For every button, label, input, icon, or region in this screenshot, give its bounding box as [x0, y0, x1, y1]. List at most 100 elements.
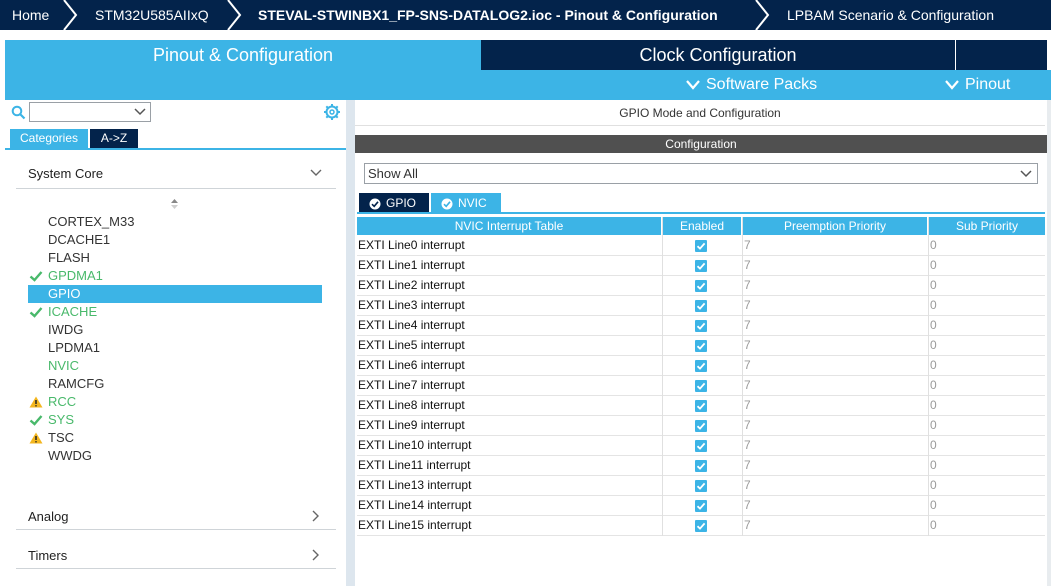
preemption-priority-value[interactable]: 7	[744, 516, 751, 535]
panel-splitter[interactable]	[346, 100, 355, 586]
tree-item-nvic[interactable]: NVIC	[28, 357, 322, 375]
enabled-checkbox[interactable]	[695, 480, 707, 492]
preemption-priority-value[interactable]: 7	[744, 436, 751, 455]
tree-item-flash[interactable]: FLASH	[28, 249, 322, 267]
tab-categories[interactable]: Categories	[10, 129, 88, 148]
chevron-right-icon[interactable]	[312, 510, 320, 522]
sub-priority-value[interactable]: 0	[930, 436, 937, 455]
preemption-priority-value[interactable]: 7	[744, 256, 751, 275]
breadcrumb-home[interactable]: Home	[12, 0, 49, 30]
section-analog[interactable]: Analog	[16, 509, 336, 524]
enabled-checkbox[interactable]	[695, 300, 707, 312]
tree-item-rcc[interactable]: RCC	[28, 393, 322, 411]
enabled-checkbox[interactable]	[695, 260, 707, 272]
gear-icon[interactable]	[323, 103, 341, 121]
col-header-interrupt[interactable]: NVIC Interrupt Table	[357, 217, 661, 235]
filter-select[interactable]: Show All	[364, 163, 1038, 184]
sub-priority-value[interactable]: 0	[930, 236, 937, 255]
enabled-checkbox[interactable]	[695, 240, 707, 252]
sub-priority-value[interactable]: 0	[930, 416, 937, 435]
search-icon[interactable]	[11, 105, 26, 120]
tree-item-tsc[interactable]: TSC	[28, 429, 322, 447]
preemption-priority-value[interactable]: 7	[744, 376, 751, 395]
sub-priority-value[interactable]: 0	[930, 356, 937, 375]
table-row[interactable]: EXTI Line9 interrupt 7 0	[357, 416, 1045, 436]
col-header-enabled[interactable]: Enabled	[663, 217, 741, 235]
table-row[interactable]: EXTI Line4 interrupt 7 0	[357, 316, 1045, 336]
preemption-priority-value[interactable]: 7	[744, 416, 751, 435]
breadcrumb-project[interactable]: STEVAL-STWINBX1_FP-SNS-DATALOG2.ioc - Pi…	[258, 0, 718, 30]
table-row[interactable]: EXTI Line14 interrupt 7 0	[357, 496, 1045, 516]
breadcrumb-lpbam[interactable]: LPBAM Scenario & Configuration	[787, 0, 994, 30]
preemption-priority-value[interactable]: 7	[744, 236, 751, 255]
sub-priority-value[interactable]: 0	[930, 456, 937, 475]
preemption-priority-value[interactable]: 7	[744, 496, 751, 515]
tree-item-gpio[interactable]: GPIO	[28, 285, 322, 303]
sub-priority-value[interactable]: 0	[930, 476, 937, 495]
preemption-priority-value[interactable]: 7	[744, 396, 751, 415]
preemption-priority-value[interactable]: 7	[744, 316, 751, 335]
sub-priority-value[interactable]: 0	[930, 336, 937, 355]
table-row[interactable]: EXTI Line11 interrupt 7 0	[357, 456, 1045, 476]
sub-priority-value[interactable]: 0	[930, 256, 937, 275]
preemption-priority-value[interactable]: 7	[744, 336, 751, 355]
sub-priority-value[interactable]: 0	[930, 496, 937, 515]
tree-item-sys[interactable]: SYS	[28, 411, 322, 429]
table-row[interactable]: EXTI Line5 interrupt 7 0	[357, 336, 1045, 356]
enabled-checkbox[interactable]	[695, 500, 707, 512]
subtab-gpio[interactable]: GPIO	[359, 193, 429, 213]
chevron-down-icon[interactable]	[310, 169, 322, 177]
enabled-checkbox[interactable]	[695, 440, 707, 452]
table-row[interactable]: EXTI Line3 interrupt 7 0	[357, 296, 1045, 316]
table-row[interactable]: EXTI Line2 interrupt 7 0	[357, 276, 1045, 296]
col-header-sub-priority[interactable]: Sub Priority	[929, 217, 1045, 235]
tree-item-wwdg[interactable]: WWDG	[28, 447, 322, 465]
preemption-priority-value[interactable]: 7	[744, 476, 751, 495]
sub-priority-value[interactable]: 0	[930, 516, 937, 535]
table-row[interactable]: EXTI Line10 interrupt 7 0	[357, 436, 1045, 456]
enabled-checkbox[interactable]	[695, 520, 707, 532]
table-row[interactable]: EXTI Line1 interrupt 7 0	[357, 256, 1045, 276]
enabled-checkbox[interactable]	[695, 280, 707, 292]
tree-item-lpdma1[interactable]: LPDMA1	[28, 339, 322, 357]
sub-priority-value[interactable]: 0	[930, 276, 937, 295]
sub-priority-value[interactable]: 0	[930, 396, 937, 415]
enabled-checkbox[interactable]	[695, 380, 707, 392]
tree-item-ramcfg[interactable]: RAMCFG	[28, 375, 322, 393]
table-row[interactable]: EXTI Line6 interrupt 7 0	[357, 356, 1045, 376]
preemption-priority-value[interactable]: 7	[744, 356, 751, 375]
tree-item-iwdg[interactable]: IWDG	[28, 321, 322, 339]
table-row[interactable]: EXTI Line13 interrupt 7 0	[357, 476, 1045, 496]
enabled-checkbox[interactable]	[695, 340, 707, 352]
chevron-right-icon[interactable]	[312, 549, 320, 561]
chevron-down-icon[interactable]	[134, 108, 146, 116]
sort-icon[interactable]	[170, 198, 179, 210]
tree-item-dcache1[interactable]: DCACHE1	[28, 231, 322, 249]
sub-priority-value[interactable]: 0	[930, 296, 937, 315]
subtab-nvic[interactable]: NVIC	[431, 193, 501, 213]
table-row[interactable]: EXTI Line7 interrupt 7 0	[357, 376, 1045, 396]
enabled-checkbox[interactable]	[695, 460, 707, 472]
table-row[interactable]: EXTI Line0 interrupt 7 0	[357, 236, 1045, 256]
sub-priority-value[interactable]: 0	[930, 376, 937, 395]
pinout-menu[interactable]: Pinout	[945, 70, 1010, 100]
tab-a-to-z[interactable]: A->Z	[90, 129, 138, 148]
sub-priority-value[interactable]: 0	[930, 316, 937, 335]
table-row[interactable]: EXTI Line15 interrupt 7 0	[357, 516, 1045, 536]
section-system-core[interactable]: System Core	[16, 166, 336, 181]
tab-clock-configuration[interactable]: Clock Configuration	[481, 40, 955, 70]
tree-item-icache[interactable]: ICACHE	[28, 303, 322, 321]
tree-item-gpdma1[interactable]: GPDMA1	[28, 267, 322, 285]
preemption-priority-value[interactable]: 7	[744, 276, 751, 295]
enabled-checkbox[interactable]	[695, 320, 707, 332]
col-header-preemption[interactable]: Preemption Priority	[743, 217, 927, 235]
table-row[interactable]: EXTI Line8 interrupt 7 0	[357, 396, 1045, 416]
preemption-priority-value[interactable]: 7	[744, 296, 751, 315]
breadcrumb-mcu[interactable]: STM32U585AIIxQ	[95, 0, 209, 30]
right-edge-scrollbar[interactable]	[1047, 100, 1051, 586]
enabled-checkbox[interactable]	[695, 360, 707, 372]
search-combobox[interactable]	[29, 102, 151, 122]
software-packs-menu[interactable]: Software Packs	[686, 70, 817, 100]
tree-item-cortex-m33[interactable]: CORTEX_M33	[28, 213, 322, 231]
enabled-checkbox[interactable]	[695, 400, 707, 412]
